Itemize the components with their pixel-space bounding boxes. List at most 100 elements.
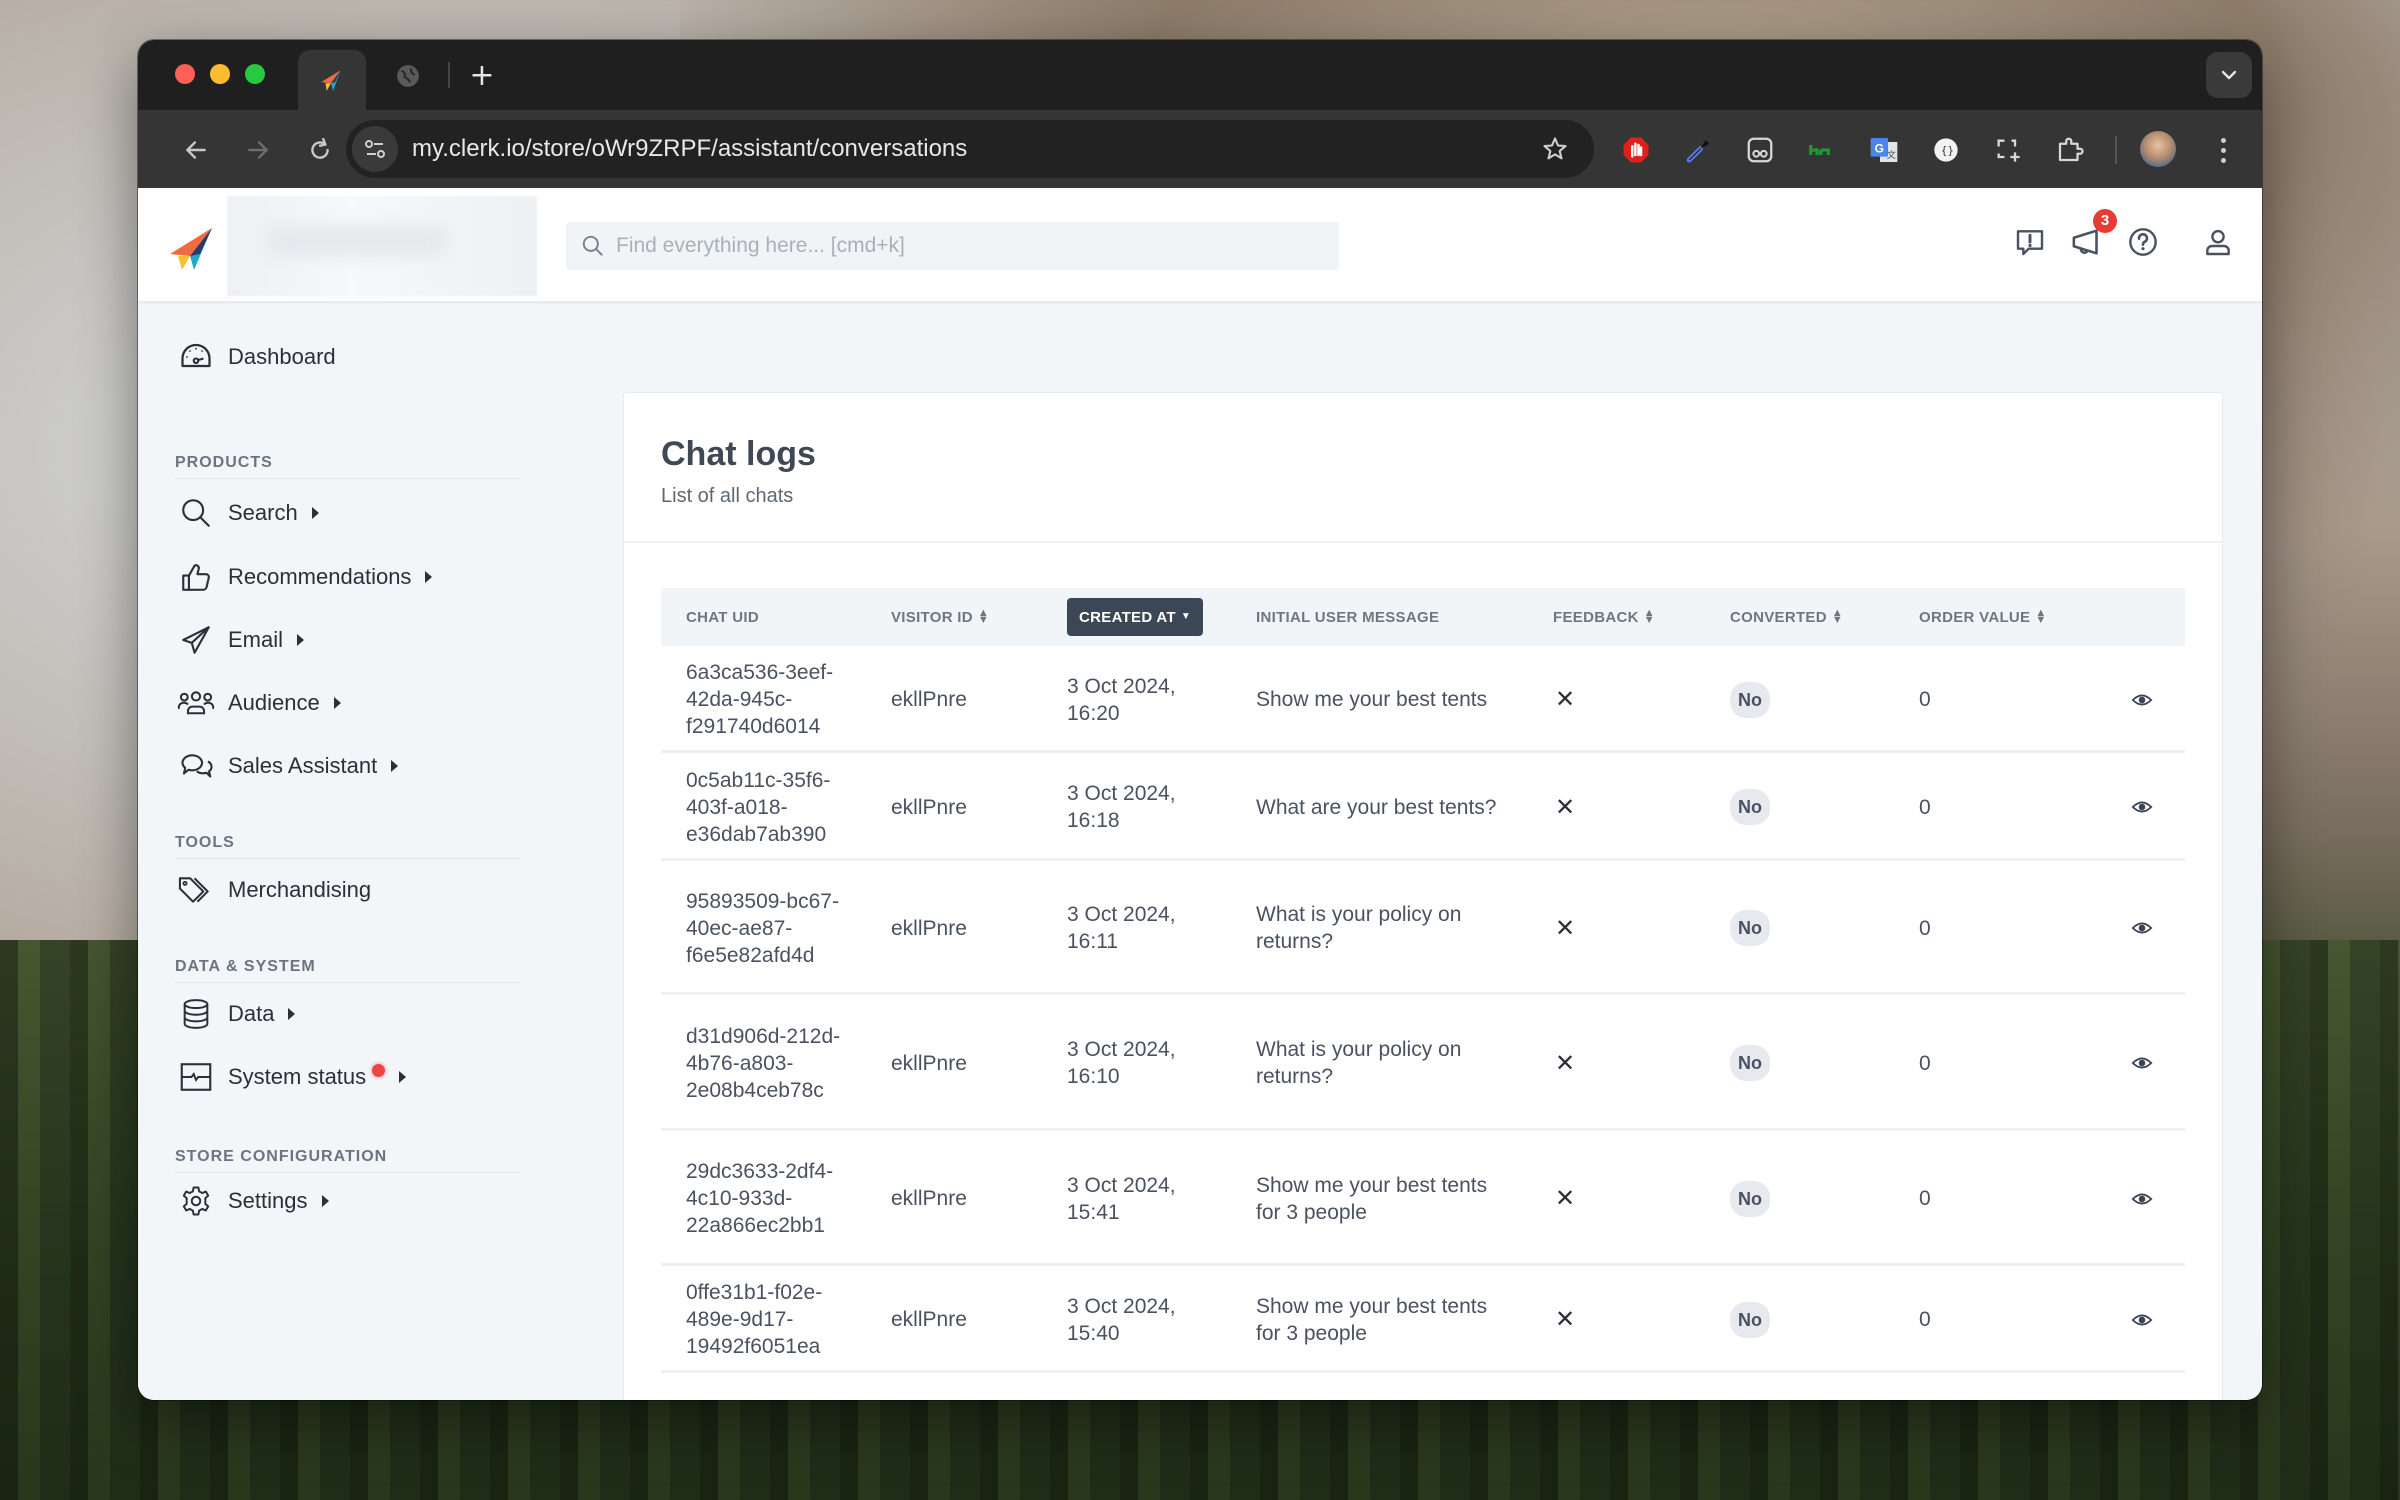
visitor-id-text: ekllPnre: [891, 1051, 967, 1075]
column-header-visitor-id[interactable]: VISITOR ID ▲ ▼: [891, 588, 989, 646]
view-chat-button[interactable]: [2127, 1184, 2157, 1214]
page-subtitle: List of all chats: [661, 485, 794, 507]
sidebar-item-merchandising[interactable]: Merchandising: [176, 865, 371, 915]
tab-globe[interactable]: [386, 56, 430, 96]
cell-created-at: 3 Oct 2024, 16:18: [1067, 753, 1197, 861]
cell-converted: No: [1730, 753, 1770, 861]
sidebar-item-recommendations[interactable]: Recommendations: [176, 552, 433, 602]
adblock-extension[interactable]: [1616, 130, 1656, 170]
view-chat-button[interactable]: [2127, 1048, 2157, 1078]
green-extension[interactable]: [1802, 130, 1842, 170]
account-button[interactable]: [2198, 222, 2238, 262]
clerk-logo-icon[interactable]: [168, 224, 216, 272]
cell-feedback: ✕: [1555, 1131, 1575, 1266]
site-settings-button[interactable]: [352, 126, 398, 172]
svg-text:{}: {}: [1941, 145, 1954, 157]
chevron-down-icon: [2221, 70, 2237, 80]
sidebar-item-dashboard[interactable]: Dashboard: [176, 332, 336, 382]
reload-button[interactable]: [300, 130, 340, 170]
store-selector-blurred[interactable]: [227, 196, 537, 296]
column-header-feedback[interactable]: FEEDBACK ▲ ▼: [1553, 588, 1655, 646]
table-header: CHAT UID VISITOR ID ▲ ▼ CREATED AT ▼ INITIA…: [661, 588, 2185, 646]
column-label: FEEDBACK: [1553, 608, 1639, 626]
adblock-icon: [1623, 137, 1649, 163]
thumbs-up-icon: [182, 564, 210, 591]
column-header-created-at[interactable]: CREATED AT ▼: [1067, 598, 1204, 636]
cell-feedback: ✕: [1555, 1266, 1575, 1373]
new-tab-button[interactable]: +: [462, 56, 502, 96]
initial-message-text: What is your policy on returns?: [1256, 903, 1462, 953]
table-row[interactable]: 29dc3633-2df4- 4c10-933d- 22a866ec2bb1 ekl…: [661, 1131, 2185, 1266]
created-at-text: 3 Oct 2024, 15:40: [1067, 1294, 1176, 1345]
cell-created-at: 3 Oct 2024, 16:10: [1067, 995, 1197, 1131]
browser-menu-button[interactable]: [2208, 130, 2238, 170]
users-icon: [177, 691, 215, 715]
cell-chat-uid: 95893509-bc67- 40ec-ae87- f6e5e82afd4d: [686, 861, 866, 995]
page-title: Chat logs: [661, 435, 816, 473]
sort-icon: ▲ ▼: [1831, 607, 1844, 626]
sidebar-item-system-status[interactable]: System status: [176, 1052, 407, 1102]
column-header-order-value[interactable]: ORDER VALUE ▲ ▼: [1919, 588, 2047, 646]
global-search[interactable]: [566, 222, 1339, 270]
view-chat-button[interactable]: [2127, 1305, 2157, 1335]
section-divider: [175, 858, 520, 859]
eyedropper-extension[interactable]: [1678, 130, 1718, 170]
url-text[interactable]: my.clerk.io/store/oWr9ZRPF/assistant/con…: [412, 135, 1532, 163]
table-row[interactable]: 0c5ab11c-35f6- 403f-a018- e36dab7ab390 ekl…: [661, 753, 2185, 861]
global-search-input[interactable]: [616, 234, 1339, 258]
extensions-button[interactable]: [2050, 130, 2090, 170]
table-row[interactable]: 95893509-bc67- 40ec-ae87- f6e5e82afd4d ekl…: [661, 861, 2185, 995]
sort-icon: ▲ ▼: [1643, 607, 1655, 626]
table-row[interactable]: 6a3ca536-3eef- 42da-945c-f291740d6014 ekl…: [661, 646, 2185, 753]
feedback-button[interactable]: [2010, 222, 2050, 262]
maximize-window-button[interactable]: [245, 64, 265, 84]
sidebar-item-data[interactable]: Data: [176, 989, 296, 1039]
sidebar-item-label: Data: [228, 1001, 275, 1026]
browser-toolbar: my.clerk.io/store/oWr9ZRPF/assistant/con…: [138, 110, 2262, 188]
cell-actions: [2127, 646, 2157, 753]
tab-clerk[interactable]: [298, 50, 366, 110]
profile-avatar[interactable]: [2140, 131, 2176, 167]
column-header-converted[interactable]: CONVERTED ▲ ▼: [1730, 588, 1843, 646]
eye-icon: [2131, 922, 2153, 934]
back-button[interactable]: [176, 130, 216, 170]
glasses-extension[interactable]: [1740, 130, 1780, 170]
chat-uid-text: 95893509-bc67- 40ec-ae87- f6e5e82afd4d: [686, 889, 839, 967]
cell-visitor-id: ekllPnre: [891, 646, 967, 753]
extension-circle-icon: {}: [1934, 138, 1958, 162]
google-translate-extension[interactable]: G文: [1864, 130, 1904, 170]
circle-extension[interactable]: {}: [1926, 130, 1966, 170]
visitor-id-text: ekllPnre: [891, 688, 967, 711]
section-label-store-configuration: STORE CONFIGURATION: [175, 1148, 388, 1165]
sidebar-item-label: Dashboard: [228, 344, 336, 369]
eye-icon: [2131, 1314, 2153, 1325]
view-chat-button[interactable]: [2127, 792, 2157, 822]
table-row[interactable]: d31d906d-212d- 4b76-a803- 2e08b4ceb78c ekl…: [661, 995, 2185, 1131]
forward-button[interactable]: [238, 130, 278, 170]
cell-converted: No: [1730, 861, 1770, 995]
cell-chat-uid: 3ef1bc1b-e951-4079-: [686, 1373, 866, 1400]
sidebar-item-settings[interactable]: Settings: [176, 1176, 329, 1226]
cell-feedback: ✕: [1555, 1373, 1575, 1400]
bookmark-button[interactable]: [1532, 126, 1578, 172]
feedback-none-icon: ✕: [1555, 1184, 1576, 1212]
eye-icon: [2131, 801, 2153, 813]
sidebar-item-search[interactable]: Search: [176, 488, 319, 538]
cell-order-value: 0: [1919, 861, 1931, 995]
view-chat-button[interactable]: [2127, 685, 2157, 715]
cell-chat-uid: 6a3ca536-3eef- 42da-945c-f291740d6014: [686, 646, 866, 753]
address-bar[interactable]: my.clerk.io/store/oWr9ZRPF/assistant/con…: [346, 120, 1594, 178]
gauge-icon: [181, 343, 211, 368]
minimize-window-button[interactable]: [210, 64, 230, 84]
visitor-id-text: ekllPnre: [891, 1187, 967, 1210]
close-window-button[interactable]: [175, 64, 195, 84]
sidebar-item-audience[interactable]: Audience: [176, 678, 341, 728]
table-row[interactable]: 3ef1bc1b-e951-4079- ekllPnre 3 Oct 2024,…: [661, 1373, 2185, 1400]
help-button[interactable]: [2123, 222, 2163, 262]
table-row[interactable]: 0ffe31b1-f02e- 489e-9d17- 19492f6051ea ekl…: [661, 1266, 2185, 1373]
view-chat-button[interactable]: [2127, 913, 2157, 943]
tab-search-button[interactable]: [2206, 52, 2252, 98]
sidebar-item-sales-assistant[interactable]: Sales Assistant: [176, 741, 399, 791]
sidebar-item-email[interactable]: Email: [176, 615, 305, 665]
screenshot-extension[interactable]: [1988, 130, 2028, 170]
